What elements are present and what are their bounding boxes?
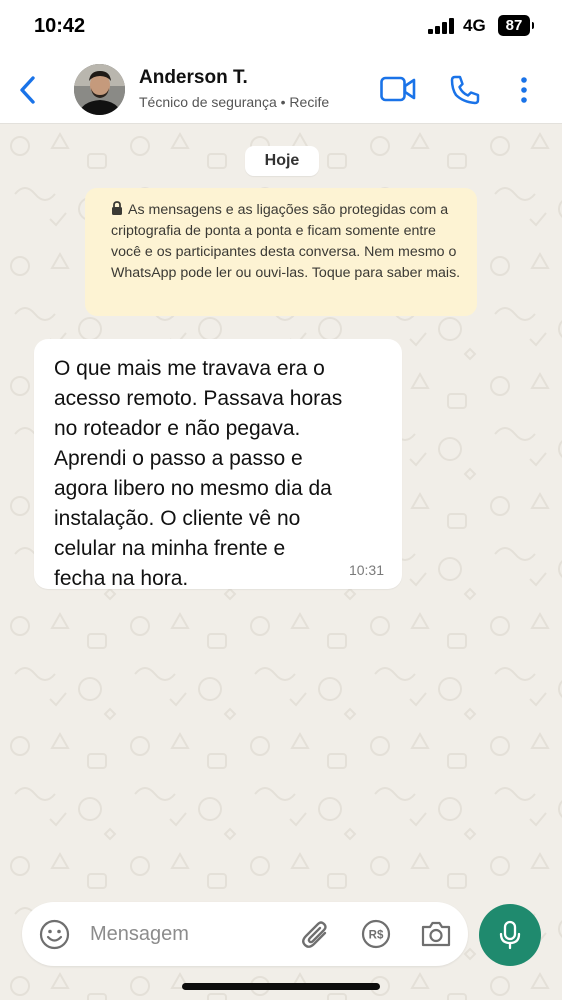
video-call-icon[interactable] — [380, 76, 416, 102]
mic-icon — [499, 920, 521, 950]
contact-subtitle[interactable]: Técnico de segurança • Recife — [139, 94, 329, 110]
message-text: O que mais me travava era o acesso remot… — [54, 357, 343, 590]
encryption-notice-text: As mensagens e as ligações são protegida… — [111, 202, 461, 281]
message-input[interactable] — [90, 902, 290, 966]
message-time: 10:31 — [348, 562, 384, 578]
status-bar: 10:42 4G 87 — [0, 0, 562, 52]
battery-icon: 87 — [498, 15, 534, 36]
message-bubble[interactable]: O que mais me travava era o acesso remot… — [34, 339, 402, 590]
svg-text:R$: R$ — [369, 930, 384, 942]
home-indicator[interactable] — [182, 983, 380, 990]
avatar[interactable] — [74, 64, 125, 115]
battery-level: 87 — [505, 17, 523, 34]
voice-call-icon[interactable] — [449, 74, 481, 106]
chat-header: Anderson T. Técnico de segurança • Recif… — [0, 52, 562, 124]
chat-area[interactable]: Hoje As mensagens e as ligações são prot… — [0, 124, 562, 1000]
mic-button[interactable] — [479, 904, 541, 966]
encryption-notice[interactable]: As mensagens e as ligações são protegida… — [85, 188, 477, 316]
lock-icon — [112, 201, 122, 215]
message-composer: R$ — [22, 902, 468, 966]
date-chip: Hoje — [245, 146, 319, 176]
attach-icon[interactable] — [301, 918, 331, 950]
back-icon[interactable] — [14, 70, 44, 110]
contact-name[interactable]: Anderson T. — [139, 67, 248, 89]
network-label: 4G — [463, 16, 486, 35]
more-options-icon[interactable] — [518, 75, 530, 105]
camera-icon[interactable] — [420, 920, 452, 948]
signal-icon — [428, 18, 454, 34]
status-time: 10:42 — [34, 15, 86, 37]
emoji-icon[interactable] — [39, 919, 70, 950]
payment-icon[interactable]: R$ — [361, 919, 391, 949]
